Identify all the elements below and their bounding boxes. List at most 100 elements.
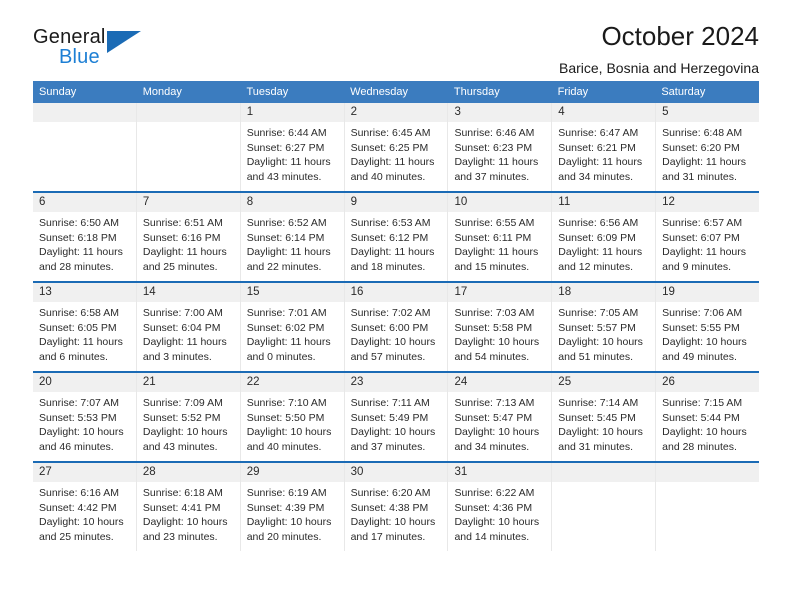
sunset-text: Sunset: 4:36 PM <box>454 501 533 514</box>
day-number-band: 18 <box>552 283 656 302</box>
daylight-text-line2: and 25 minutes. <box>142 260 218 273</box>
sunset-text: Sunset: 5:45 PM <box>558 411 636 424</box>
sunrise-text: Sunrise: 6:48 AM <box>662 127 743 139</box>
day-details: Sunrise: 6:51 AM Sunset: 6:16 PM Dayligh… <box>137 212 240 280</box>
daylight-text-line1: Daylight: 10 hours <box>662 426 747 439</box>
calendar-day-cell[interactable]: 18 Sunrise: 7:05 AM Sunset: 5:57 PM Dayl… <box>551 283 656 371</box>
calendar-day-cell[interactable]: 28 Sunrise: 6:18 AM Sunset: 4:41 PM Dayl… <box>135 463 240 551</box>
day-number: 28 <box>142 466 156 478</box>
calendar-day-cell[interactable]: 31 Sunrise: 6:22 AM Sunset: 4:36 PM Dayl… <box>447 463 552 551</box>
daylight-text-line1: Daylight: 10 hours <box>454 336 540 349</box>
calendar-day-cell[interactable]: 1 Sunrise: 6:44 AM Sunset: 6:27 PM Dayli… <box>239 103 344 191</box>
sunset-text: Sunset: 5:44 PM <box>662 411 740 424</box>
calendar-day-cell[interactable]: 23 Sunrise: 7:11 AM Sunset: 5:49 PM Dayl… <box>343 373 448 461</box>
calendar-day-cell[interactable]: 8 Sunrise: 6:52 AM Sunset: 6:14 PM Dayli… <box>239 193 344 281</box>
calendar-day-cell <box>551 463 656 551</box>
day-number-band: 16 <box>344 283 448 302</box>
day-number-band: 10 <box>448 193 552 212</box>
calendar-day-cell[interactable]: 7 Sunrise: 6:51 AM Sunset: 6:16 PM Dayli… <box>135 193 240 281</box>
daylight-text-line2: and 28 minutes. <box>39 260 114 273</box>
daylight-text-line2: and 37 minutes. <box>350 440 426 453</box>
sunset-text: Sunset: 5:49 PM <box>350 411 429 424</box>
calendar-day-cell[interactable]: 6 Sunrise: 6:50 AM Sunset: 6:18 PM Dayli… <box>33 193 136 281</box>
day-number: 4 <box>558 106 565 118</box>
calendar-day-cell[interactable]: 21 Sunrise: 7:09 AM Sunset: 5:52 PM Dayl… <box>135 373 240 461</box>
sunset-text: Sunset: 6:25 PM <box>350 141 429 154</box>
calendar-day-cell[interactable]: 11 Sunrise: 6:56 AM Sunset: 6:09 PM Dayl… <box>551 193 656 281</box>
daylight-text-line2: and 40 minutes. <box>246 440 322 453</box>
calendar-day-cell[interactable]: 24 Sunrise: 7:13 AM Sunset: 5:47 PM Dayl… <box>447 373 552 461</box>
sunrise-text: Sunrise: 6:44 AM <box>246 127 327 139</box>
calendar-day-cell[interactable]: 12 Sunrise: 6:57 AM Sunset: 6:07 PM Dayl… <box>655 193 760 281</box>
day-number-band: 3 <box>448 103 552 122</box>
calendar-day-cell[interactable]: 4 Sunrise: 6:47 AM Sunset: 6:21 PM Dayli… <box>551 103 656 191</box>
daylight-text-line1: Daylight: 10 hours <box>558 426 643 439</box>
sunrise-text: Sunrise: 7:01 AM <box>246 307 327 319</box>
calendar-day-cell[interactable]: 10 Sunrise: 6:55 AM Sunset: 6:11 PM Dayl… <box>447 193 552 281</box>
day-number-band: 6 <box>33 193 136 212</box>
triangle-icon <box>107 31 141 53</box>
daylight-text-line1: Daylight: 10 hours <box>454 426 540 439</box>
sunset-text: Sunset: 6:07 PM <box>662 231 740 244</box>
calendar-day-cell[interactable]: 17 Sunrise: 7:03 AM Sunset: 5:58 PM Dayl… <box>447 283 552 371</box>
day-number-band: 2 <box>344 103 448 122</box>
day-number-band: 15 <box>240 283 344 302</box>
daylight-text-line1: Daylight: 11 hours <box>454 246 539 259</box>
daylight-text-line1: Daylight: 10 hours <box>142 516 228 529</box>
calendar-week-row: 20 Sunrise: 7:07 AM Sunset: 5:53 PM Dayl… <box>33 371 760 461</box>
daylight-text-line1: Daylight: 11 hours <box>39 336 123 349</box>
day-number-band <box>656 463 760 482</box>
calendar-day-cell[interactable]: 2 Sunrise: 6:45 AM Sunset: 6:25 PM Dayli… <box>343 103 448 191</box>
calendar-day-cell[interactable]: 14 Sunrise: 7:00 AM Sunset: 6:04 PM Dayl… <box>135 283 240 371</box>
sunset-text: Sunset: 4:38 PM <box>350 501 429 514</box>
day-number-band: 11 <box>552 193 656 212</box>
daylight-text-line1: Daylight: 11 hours <box>246 336 331 349</box>
calendar-day-cell[interactable]: 27 Sunrise: 6:16 AM Sunset: 4:42 PM Dayl… <box>33 463 136 551</box>
daylight-text-line2: and 25 minutes. <box>39 530 114 543</box>
calendar-week-row: 1 Sunrise: 6:44 AM Sunset: 6:27 PM Dayli… <box>33 103 760 191</box>
calendar-day-cell[interactable]: 9 Sunrise: 6:53 AM Sunset: 6:12 PM Dayli… <box>343 193 448 281</box>
weekday-header-row: Sunday Monday Tuesday Wednesday Thursday… <box>33 81 759 103</box>
calendar-day-cell[interactable]: 15 Sunrise: 7:01 AM Sunset: 6:02 PM Dayl… <box>239 283 344 371</box>
weekday-header-wednesday: Wednesday <box>350 86 409 98</box>
daylight-text-line2: and 54 minutes. <box>454 350 530 363</box>
day-details: Sunrise: 7:06 AM Sunset: 5:55 PM Dayligh… <box>656 302 759 370</box>
day-details <box>137 122 240 132</box>
day-number-band: 9 <box>344 193 448 212</box>
daylight-text-line2: and 37 minutes. <box>454 170 530 183</box>
day-number-band: 23 <box>344 373 448 392</box>
calendar-day-cell[interactable]: 22 Sunrise: 7:10 AM Sunset: 5:50 PM Dayl… <box>239 373 344 461</box>
calendar-day-cell[interactable]: 29 Sunrise: 6:19 AM Sunset: 4:39 PM Dayl… <box>239 463 344 551</box>
brand-logo[interactable]: General Blue <box>33 26 153 72</box>
day-number: 23 <box>350 376 364 388</box>
calendar-day-cell[interactable]: 26 Sunrise: 7:15 AM Sunset: 5:44 PM Dayl… <box>655 373 760 461</box>
day-number-band: 5 <box>656 103 760 122</box>
calendar-day-cell[interactable]: 16 Sunrise: 7:02 AM Sunset: 6:00 PM Dayl… <box>343 283 448 371</box>
day-number: 19 <box>662 286 675 298</box>
day-number: 16 <box>350 286 364 298</box>
day-number: 2 <box>350 106 357 118</box>
day-number-band: 24 <box>448 373 552 392</box>
day-number: 13 <box>39 286 52 298</box>
calendar-day-cell[interactable]: 3 Sunrise: 6:46 AM Sunset: 6:23 PM Dayli… <box>447 103 552 191</box>
calendar-day-cell[interactable]: 25 Sunrise: 7:14 AM Sunset: 5:45 PM Dayl… <box>551 373 656 461</box>
sunrise-text: Sunrise: 6:57 AM <box>662 217 743 229</box>
daylight-text-line2: and 12 minutes. <box>558 260 634 273</box>
calendar-day-cell[interactable]: 19 Sunrise: 7:06 AM Sunset: 5:55 PM Dayl… <box>655 283 760 371</box>
brand-name-blue: Blue <box>59 46 100 68</box>
day-number-band: 31 <box>448 463 552 482</box>
day-details <box>33 122 136 132</box>
sunrise-text: Sunrise: 7:00 AM <box>142 307 223 319</box>
sunrise-text: Sunrise: 7:03 AM <box>454 307 535 319</box>
day-number: 17 <box>454 286 468 298</box>
calendar-day-cell[interactable]: 5 Sunrise: 6:48 AM Sunset: 6:20 PM Dayli… <box>655 103 760 191</box>
day-details: Sunrise: 6:56 AM Sunset: 6:09 PM Dayligh… <box>552 212 655 280</box>
calendar-day-cell[interactable]: 20 Sunrise: 7:07 AM Sunset: 5:53 PM Dayl… <box>33 373 136 461</box>
calendar-day-cell[interactable]: 30 Sunrise: 6:20 AM Sunset: 4:38 PM Dayl… <box>343 463 448 551</box>
daylight-text-line2: and 22 minutes. <box>246 260 322 273</box>
sunrise-text: Sunrise: 6:46 AM <box>454 127 535 139</box>
day-number-band: 4 <box>552 103 656 122</box>
calendar-day-cell[interactable]: 13 Sunrise: 6:58 AM Sunset: 6:05 PM Dayl… <box>33 283 136 371</box>
calendar-grid: Sunday Monday Tuesday Wednesday Thursday… <box>33 81 760 551</box>
daylight-text-line1: Daylight: 10 hours <box>246 426 332 439</box>
